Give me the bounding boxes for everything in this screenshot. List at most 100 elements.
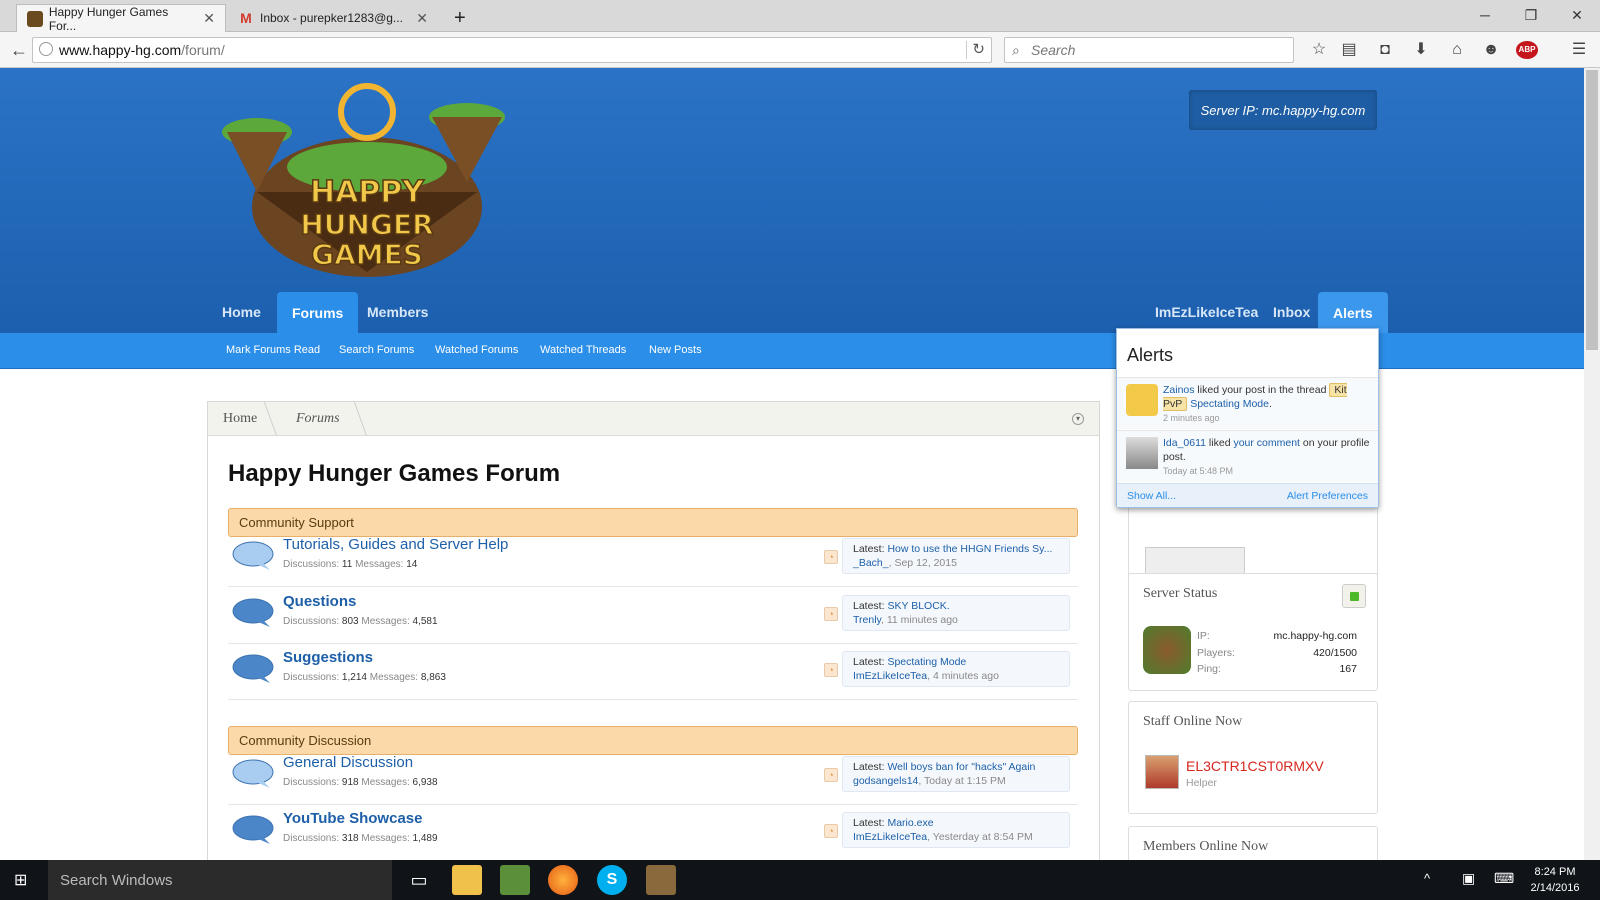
page-scrollbar[interactable] <box>1584 68 1600 860</box>
breadcrumb-forums[interactable]: Forums <box>296 411 340 427</box>
keyboard-icon[interactable]: ⌨ <box>1494 870 1514 887</box>
forum-node-title[interactable]: Suggestions <box>283 649 373 666</box>
reload-icon[interactable]: ↻ <box>972 40 985 58</box>
home-icon[interactable]: ⌂ <box>1448 41 1466 59</box>
rss-icon[interactable]: ◔ <box>824 768 838 782</box>
rss-icon[interactable]: ◔ <box>824 824 838 838</box>
browser-search-input[interactable]: ⌕ Search <box>1004 37 1294 63</box>
latest-user-link[interactable]: godsangels14 <box>853 775 918 787</box>
forum-node-title[interactable]: Tutorials, Guides and Server Help <box>283 536 508 553</box>
alert-time: Today at 5:48 PM <box>1163 466 1234 476</box>
forum-bubble-icon <box>232 815 274 844</box>
alert-user-link[interactable]: Zainos <box>1163 384 1195 396</box>
alerts-footer: Show All... Alert Preferences <box>1117 483 1378 507</box>
forum-node-row: Suggestions Discussions: 1,214 Messages: … <box>228 643 1078 700</box>
reading-list-icon[interactable]: ▤ <box>1340 41 1358 59</box>
breadcrumb-jump-icon[interactable]: ▾ <box>1072 413 1084 425</box>
menu-icon[interactable]: ☰ <box>1570 41 1588 59</box>
skype-icon[interactable]: S <box>597 865 627 895</box>
members-online-box: Members Online Now <box>1128 826 1378 860</box>
staff-role: Helper <box>1186 777 1217 789</box>
latest-thread-link[interactable]: How to use the HHGN Friends Sy... <box>887 543 1052 555</box>
nav-tab-alerts[interactable]: Alerts <box>1318 292 1388 333</box>
happy-hunger-games-logo[interactable]: HAPPY HUNGER GAMES <box>217 72 517 292</box>
alert-thread-link[interactable]: Spectating Mode <box>1190 398 1269 410</box>
tab-gmail-inbox[interactable]: M Inbox - purepker1283@g... ✕ <box>228 4 438 32</box>
nav-tab-members[interactable]: Members <box>352 293 443 331</box>
latest-time: Today at 1:15 PM <box>924 775 1006 787</box>
new-tab-button[interactable]: + <box>444 4 474 32</box>
tray-expand-icon[interactable]: ^ <box>1424 871 1430 886</box>
subnav-mark-forums-read[interactable]: Mark Forums Read <box>226 344 320 356</box>
rss-icon[interactable]: ◔ <box>824 607 838 621</box>
minecraft-launcher-icon[interactable] <box>646 865 676 895</box>
subnav-watched-threads[interactable]: Watched Threads <box>540 344 626 356</box>
svg-text:GAMES: GAMES <box>311 238 423 271</box>
alert-avatar[interactable] <box>1126 384 1158 416</box>
latest-thread-link[interactable]: Mario.exe <box>887 817 933 829</box>
taskbar-clock[interactable]: 8:24 PM 2/14/2016 <box>1520 864 1590 896</box>
taskbar-search-input[interactable]: Search Windows <box>48 860 392 900</box>
chat-icon[interactable]: ☻ <box>1482 41 1500 59</box>
restore-icon[interactable]: ❐ <box>1508 0 1554 30</box>
clock-time: 8:24 PM <box>1534 866 1576 878</box>
latest-thread-link[interactable]: Spectating Mode <box>887 656 966 668</box>
nav-tab-home[interactable]: Home <box>207 293 276 331</box>
forum-node-title[interactable]: General Discussion <box>283 754 413 771</box>
minecraft-icon[interactable] <box>500 865 530 895</box>
forum-node-row: Questions Discussions: 803 Messages: 4,58… <box>228 587 1078 644</box>
forum-node-row: YouTube Showcase Discussions: 318 Message… <box>228 804 1078 860</box>
back-icon[interactable]: ← <box>10 41 28 59</box>
latest-thread-link[interactable]: Well boys ban for "hacks" Again <box>887 761 1035 773</box>
subnav-new-posts[interactable]: New Posts <box>649 344 702 356</box>
notification-icon[interactable]: ▣ <box>1462 870 1475 887</box>
latest-post-box: Latest: Mario.exe ImEzLikeIceTea, Yesterd… <box>842 812 1070 848</box>
latest-user-link[interactable]: ImEzLikeIceTea <box>853 831 927 843</box>
close-tab-icon[interactable]: ✕ <box>416 10 428 27</box>
close-tab-icon[interactable]: ✕ <box>203 10 215 27</box>
latest-user-link[interactable]: ImEzLikeIceTea <box>853 670 927 682</box>
browser-tab-bar: Happy Hunger Games For... ✕ M Inbox - pu… <box>0 0 1600 33</box>
task-view-icon[interactable]: ▭ <box>404 865 434 895</box>
forum-node-title[interactable]: Questions <box>283 593 356 610</box>
staff-name[interactable]: EL3CTR1CST0RMXV <box>1186 758 1324 774</box>
breadcrumb-home[interactable]: Home <box>223 411 257 427</box>
clock-date: 2/14/2016 <box>1530 882 1580 894</box>
alert-user-link[interactable]: Ida_0611 <box>1163 437 1206 449</box>
nav-tab-account[interactable]: ImEzLikeIceTea <box>1140 293 1273 331</box>
staff-online-box: Staff Online Now EL3CTR1CST0RMXV Helper <box>1128 701 1378 814</box>
latest-user-link[interactable]: _Bach_ <box>853 557 889 569</box>
latest-thread-link[interactable]: SKY BLOCK. <box>887 600 949 612</box>
adblock-icon[interactable]: ABP <box>1516 41 1538 59</box>
address-bar[interactable]: www.happy-hg.com/forum/ ↻ <box>32 37 992 63</box>
windows-start-icon[interactable]: ⊞ <box>14 872 32 890</box>
staff-avatar[interactable] <box>1145 755 1179 789</box>
download-icon[interactable]: ⬇ <box>1412 41 1430 59</box>
file-explorer-icon[interactable] <box>452 865 482 895</box>
alert-comment-link[interactable]: your comment <box>1233 437 1300 449</box>
latest-user-link[interactable]: Trenly <box>853 614 881 626</box>
forum-node-title[interactable]: YouTube Showcase <box>283 810 422 827</box>
forum-bubble-icon <box>232 598 274 627</box>
nav-tab-inbox[interactable]: Inbox <box>1258 293 1325 331</box>
rss-icon[interactable]: ◔ <box>824 550 838 564</box>
show-all-alerts-link[interactable]: Show All... <box>1127 490 1176 502</box>
alert-avatar[interactable] <box>1126 437 1158 469</box>
latest-time: 11 minutes ago <box>886 614 958 626</box>
server-status-title: Server Status <box>1143 586 1218 601</box>
firefox-icon[interactable] <box>548 865 578 895</box>
subnav-search-forums[interactable]: Search Forums <box>339 344 414 356</box>
alert-item[interactable]: Ida_0611 liked your comment on your prof… <box>1117 430 1378 482</box>
bookmark-star-icon[interactable]: ☆ <box>1310 41 1328 59</box>
nav-tab-forums[interactable]: Forums <box>277 292 359 333</box>
tab-happy-hunger-games[interactable]: Happy Hunger Games For... ✕ <box>16 4 226 33</box>
close-window-icon[interactable]: ✕ <box>1554 0 1600 30</box>
minimize-icon[interactable]: ─ <box>1462 0 1508 30</box>
subnav-watched-forums[interactable]: Watched Forums <box>435 344 518 356</box>
scrollbar-thumb[interactable] <box>1586 70 1598 350</box>
alert-item[interactable]: Zainos liked your post in the thread Kit… <box>1117 377 1378 429</box>
alerts-title: Alerts <box>1127 345 1174 365</box>
pocket-icon[interactable]: ◘ <box>1376 41 1394 59</box>
alert-preferences-link[interactable]: Alert Preferences <box>1287 490 1368 502</box>
rss-icon[interactable]: ◔ <box>824 663 838 677</box>
